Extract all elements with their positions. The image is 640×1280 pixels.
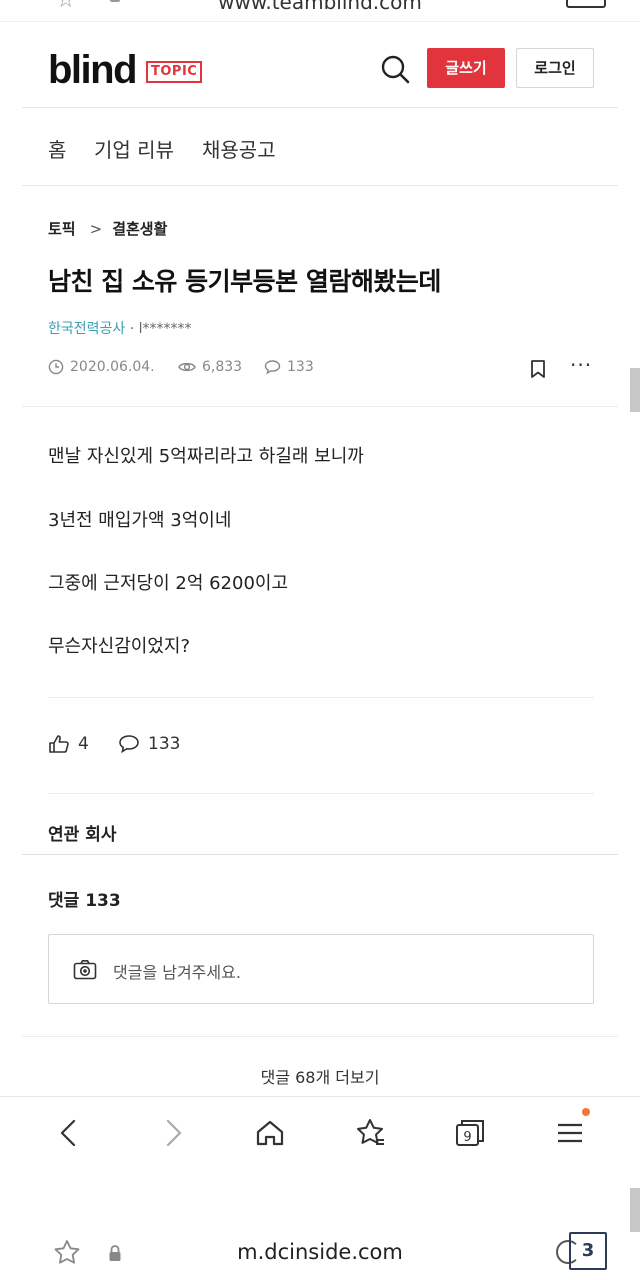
favorites-icon[interactable] — [352, 1115, 388, 1151]
comment-count: 133 — [148, 734, 181, 754]
post-comments-text: 133 — [287, 359, 314, 375]
main-nav: 홈 기업 리뷰 채용공고 — [22, 108, 618, 186]
divider — [22, 1036, 618, 1037]
top-browser-bar: ☆ www.teamblind.com — [0, 0, 640, 22]
tabs-icon[interactable]: 9 — [452, 1115, 488, 1151]
login-button[interactable]: 로그인 — [516, 48, 594, 88]
comment-placeholder: 댓글을 남겨주세요. — [113, 963, 241, 982]
post-meta: 2020.06.04. 6,833 133 ··· — [48, 353, 592, 381]
breadcrumb: 토픽 > 결혼생활 — [48, 218, 167, 239]
write-button[interactable]: 글쓰기 — [427, 48, 505, 88]
blind-logo[interactable]: blind — [48, 48, 138, 93]
tab-count-text: 9 — [463, 1130, 471, 1145]
divider — [22, 406, 618, 407]
page: ☆ www.teamblind.com blind TOPIC 글쓰기 로그인 … — [0, 0, 640, 1280]
nav-item-jobs[interactable]: 채용공고 — [202, 134, 276, 163]
site-header: blind TOPIC 글쓰기 로그인 — [22, 30, 618, 108]
comment-icon — [119, 735, 139, 754]
camera-icon[interactable] — [73, 959, 97, 981]
notification-dot — [582, 1108, 590, 1116]
tabs-icon[interactable] — [566, 0, 606, 8]
top-url-text[interactable]: www.teamblind.com — [0, 0, 640, 14]
author-name: l******* — [138, 321, 192, 337]
like-count: 4 — [78, 734, 89, 754]
comments-title: 댓글 133 — [48, 891, 121, 911]
thumbs-up-icon — [49, 735, 69, 753]
divider — [48, 697, 594, 698]
post-body-line: 무슨자신감이었지? — [48, 636, 191, 657]
related-companies-title: 연관 회사 — [48, 825, 117, 845]
divider — [48, 793, 594, 794]
post-body-line: 맨날 자신있게 5억짜리라고 하길래 보니까 — [48, 446, 364, 467]
breadcrumb-category[interactable]: 결혼생활 — [112, 218, 167, 239]
bottom-browser-bar: m.dcinside.com 3 — [0, 1222, 640, 1280]
breadcrumb-topic[interactable]: 토픽 — [48, 218, 76, 239]
clock-icon — [48, 359, 64, 375]
comment-icon — [264, 360, 281, 375]
menu-icon[interactable] — [552, 1115, 588, 1151]
bottom-url-text[interactable]: m.dcinside.com — [0, 1240, 640, 1264]
post-views-text: 6,833 — [202, 359, 243, 375]
author-company[interactable]: 한국전력공사 — [48, 321, 125, 337]
nav-item-company-review[interactable]: 기업 리뷰 — [94, 134, 174, 163]
comment-input[interactable]: 댓글을 남겨주세요. — [48, 934, 594, 1004]
chevron-right-icon: > — [89, 220, 103, 238]
forward-icon[interactable] — [154, 1115, 190, 1151]
bookmark-icon[interactable] — [528, 358, 548, 380]
eye-icon — [178, 362, 196, 372]
nav-item-home[interactable]: 홈 — [48, 134, 66, 163]
post-body-line: 3년전 매입가액 3억이네 — [48, 510, 232, 531]
post-body-line: 그중에 근저당이 2억 6200이고 — [48, 573, 289, 594]
scrollbar-mark — [630, 368, 640, 412]
post-title: 남친 집 소유 등기부등본 열람해봤는데 — [48, 267, 441, 296]
home-icon[interactable] — [252, 1115, 288, 1151]
post-date-text: 2020.06.04. — [70, 359, 155, 375]
search-icon[interactable] — [378, 52, 412, 86]
author-line: 한국전력공사 · l******* — [48, 318, 192, 338]
tab-count-button[interactable]: 3 — [569, 1232, 607, 1270]
post-date: 2020.06.04. — [48, 359, 155, 375]
like-button[interactable]: 4 — [48, 734, 89, 754]
post-views: 6,833 — [178, 359, 242, 375]
author-separator: · — [125, 321, 139, 337]
topic-badge: TOPIC — [146, 61, 203, 83]
post-comments: 133 — [264, 359, 314, 375]
browser-toolbar: 9 — [0, 1096, 640, 1168]
back-icon[interactable] — [52, 1115, 88, 1151]
more-comments-link[interactable]: 댓글 68개 더보기 — [0, 1064, 640, 1088]
comment-button[interactable]: 133 — [118, 734, 180, 754]
more-options-icon[interactable]: ··· — [570, 353, 592, 377]
divider — [22, 854, 618, 855]
